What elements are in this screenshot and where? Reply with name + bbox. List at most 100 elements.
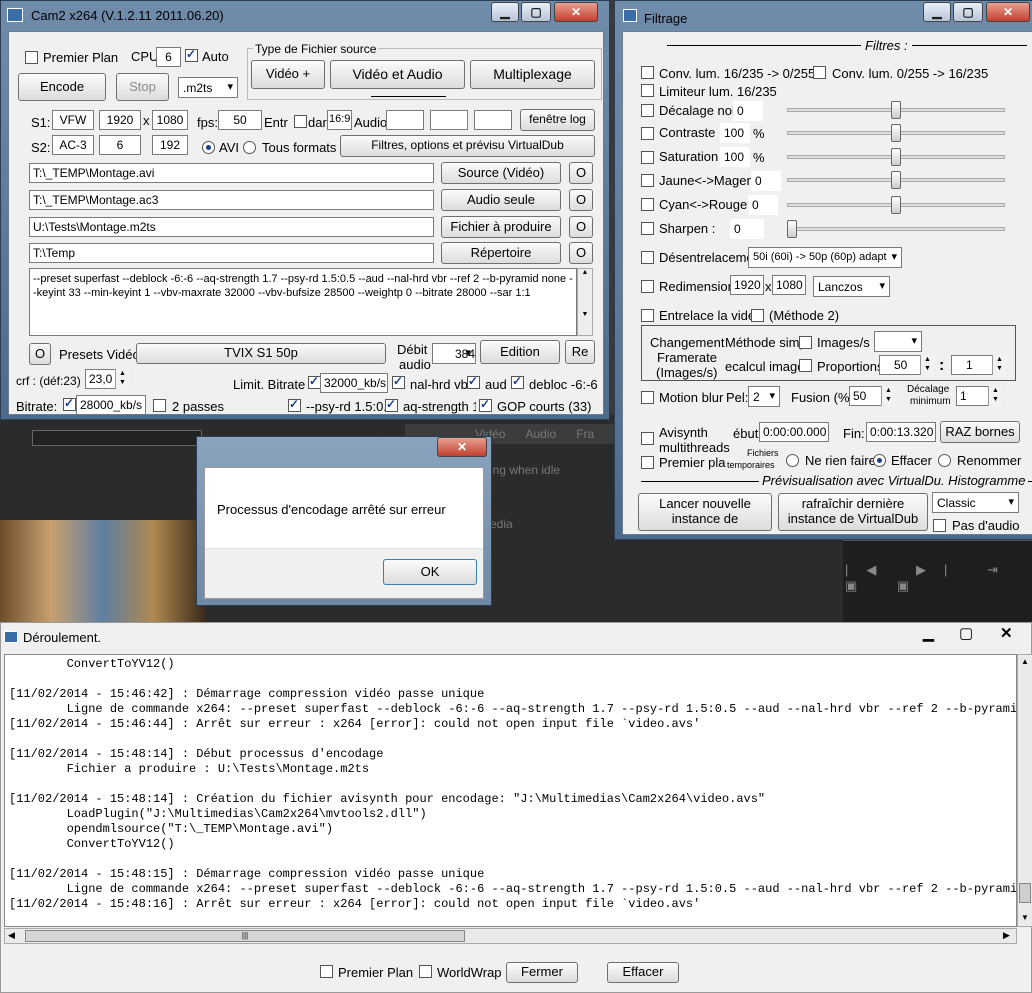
presets-o-button[interactable]: O	[29, 343, 51, 365]
maximize-button[interactable]: ▢	[521, 2, 551, 22]
log-horizontal-scrollbar[interactable]: ◀ ||| ▶	[4, 928, 1017, 944]
log-premier-plan-checkbox[interactable]	[320, 965, 333, 978]
preset-button[interactable]: TVIX S1 50p	[136, 343, 386, 364]
dialog-close-button[interactable]: ✕	[437, 437, 487, 457]
source-video-open-button[interactable]: O	[569, 162, 593, 184]
gop-checkbox[interactable]	[479, 397, 492, 412]
desentrelacement-checkbox[interactable]	[641, 251, 654, 264]
saturation-slider[interactable]	[891, 148, 901, 166]
limiteur-checkbox[interactable]	[641, 84, 654, 97]
sharpen-slider[interactable]	[787, 220, 797, 238]
fichier-produire-button[interactable]: Fichier à produire	[441, 216, 561, 238]
images-s-checkbox[interactable]	[799, 336, 812, 349]
motion-blur-checkbox[interactable]	[641, 391, 654, 404]
saturation-input[interactable]: 100	[720, 147, 750, 167]
dialog-ok-button[interactable]: OK	[383, 559, 477, 585]
height-input[interactable]: 1080	[152, 110, 188, 130]
pel-select[interactable]: 2	[748, 386, 780, 407]
scroll-left-icon[interactable]: ◀	[8, 930, 15, 941]
audio-path[interactable]: T:\_TEMP\Montage.ac3	[29, 190, 434, 210]
container-select[interactable]: .m2ts	[178, 77, 238, 98]
deroulement-close-button[interactable]: ✕	[1000, 624, 1030, 642]
filtrage-maximize-button[interactable]: ▢	[953, 2, 983, 22]
fps-input[interactable]: 50	[218, 110, 262, 130]
raz-bornes-button[interactable]: RAZ bornes	[940, 421, 1020, 443]
hscroll-thumb[interactable]: |||	[25, 930, 465, 942]
conv1-checkbox[interactable]	[641, 66, 654, 79]
s2-bitrate-input[interactable]: 192	[152, 135, 188, 155]
redim-width-input[interactable]: 1920	[730, 275, 764, 295]
cyan-rouge-checkbox[interactable]	[641, 198, 654, 211]
decalage-noir-input[interactable]: 0	[733, 101, 763, 121]
multiplexage-button[interactable]: Multiplexage	[470, 60, 595, 89]
psyrd-checkbox[interactable]	[288, 397, 301, 412]
bitrate-input[interactable]: 28000_kb/s	[76, 395, 146, 415]
renommer-radio[interactable]	[938, 454, 951, 467]
decalage-noir-slider[interactable]	[891, 101, 901, 119]
contraste-slider[interactable]	[891, 124, 901, 142]
aud-checkbox[interactable]	[467, 374, 480, 389]
filtrage-minimize-button[interactable]: ▁	[923, 2, 951, 22]
fin-input[interactable]: 0:00:13.320	[866, 422, 936, 442]
methode2-checkbox[interactable]	[751, 309, 764, 322]
audio-input-1[interactable]	[386, 110, 424, 130]
dar-input[interactable]: 16:9	[327, 110, 352, 130]
edition-button[interactable]: Edition	[480, 340, 560, 364]
nal-hrd-checkbox[interactable]	[392, 374, 405, 389]
output-path[interactable]: U:\Tests\Montage.m2ts	[29, 217, 434, 237]
width-input[interactable]: 1920	[99, 110, 141, 130]
cyan-rouge-input[interactable]: 0	[748, 195, 778, 215]
deroulement-maximize-button[interactable]: ▢	[959, 624, 989, 642]
auto-checkbox[interactable]	[185, 47, 198, 62]
tous-formats-radio[interactable]	[243, 141, 256, 154]
proportions-spinner[interactable]: ▲ ▼	[920, 355, 934, 375]
sharpen-track[interactable]	[787, 227, 1005, 231]
audio-input-2[interactable]	[430, 110, 468, 130]
directory-open-button[interactable]: O	[569, 242, 593, 264]
audio-seule-button[interactable]: Audio seule	[441, 189, 561, 211]
filtres-options-button[interactable]: Filtres, options et prévisu VirtualDub	[340, 135, 595, 157]
avisynth-multithreads-checkbox[interactable]	[641, 432, 654, 445]
output-open-button[interactable]: O	[569, 216, 593, 238]
stop-button[interactable]: Stop	[116, 73, 169, 101]
debit-audio-select[interactable]: 384	[432, 343, 476, 364]
fermer-button[interactable]: Fermer	[506, 962, 578, 983]
dar-checkbox[interactable]	[294, 115, 307, 128]
scroll-right-icon[interactable]: ▶	[1003, 930, 1010, 941]
worldwrap-checkbox[interactable]	[419, 965, 432, 978]
limit-bitrate-input[interactable]: 32000_kb/s	[320, 373, 388, 393]
cyan-rouge-slider[interactable]	[891, 196, 901, 214]
conv2-checkbox[interactable]	[813, 66, 826, 79]
s2-channels-input[interactable]: 6	[99, 135, 141, 155]
effacer-radio[interactable]	[873, 454, 886, 467]
lancer-virtualdub-button[interactable]: Lancer nouvelle instance de	[638, 493, 772, 531]
debut-input[interactable]: 0:00:00.000	[759, 422, 829, 442]
video-plus-button[interactable]: Vidéo +	[251, 60, 325, 89]
fenetre-log-button[interactable]: fenêtre log	[520, 109, 595, 131]
fusion-spinner[interactable]: ▲ ▼	[881, 386, 895, 406]
sharpen-input[interactable]: 0	[730, 219, 764, 239]
jaune-magenta-slider[interactable]	[891, 171, 901, 189]
resize-method-select[interactable]: Lanczos	[813, 276, 890, 297]
deux-passes-checkbox[interactable]	[153, 399, 166, 412]
s2-codec-input[interactable]: AC-3	[52, 135, 94, 155]
directory-path[interactable]: T:\Temp	[29, 243, 434, 263]
jaune-magenta-input[interactable]: 0	[751, 171, 781, 191]
images-s-select[interactable]	[874, 331, 922, 352]
entrelace-checkbox[interactable]	[641, 309, 654, 322]
crf-spinner[interactable]: ▲ ▼	[115, 369, 129, 389]
redim-height-input[interactable]: 1080	[772, 275, 806, 295]
cpu-input[interactable]: 6	[156, 47, 181, 67]
histogram-mode-select[interactable]: Classic	[932, 492, 1019, 513]
source-video-path[interactable]: T:\_TEMP\Montage.avi	[29, 163, 434, 183]
premier-plan-filtrage-checkbox[interactable]	[641, 456, 654, 469]
redimension-checkbox[interactable]	[641, 280, 654, 293]
sharpen-checkbox[interactable]	[641, 222, 654, 235]
audio-open-button[interactable]: O	[569, 189, 593, 211]
cmdline-scrollbar[interactable]: ▲ ▼	[577, 268, 593, 336]
desentrelacement-select[interactable]: 50i (60i) -> 50p (60p) adapt	[748, 247, 902, 268]
cmdline-textarea[interactable]: --preset superfast --deblock -6:-6 --aq-…	[29, 268, 577, 336]
effacer-button[interactable]: Effacer	[607, 962, 679, 983]
scroll-up-icon[interactable]: ▲	[1021, 657, 1029, 666]
premier-plan-checkbox[interactable]	[25, 51, 38, 64]
